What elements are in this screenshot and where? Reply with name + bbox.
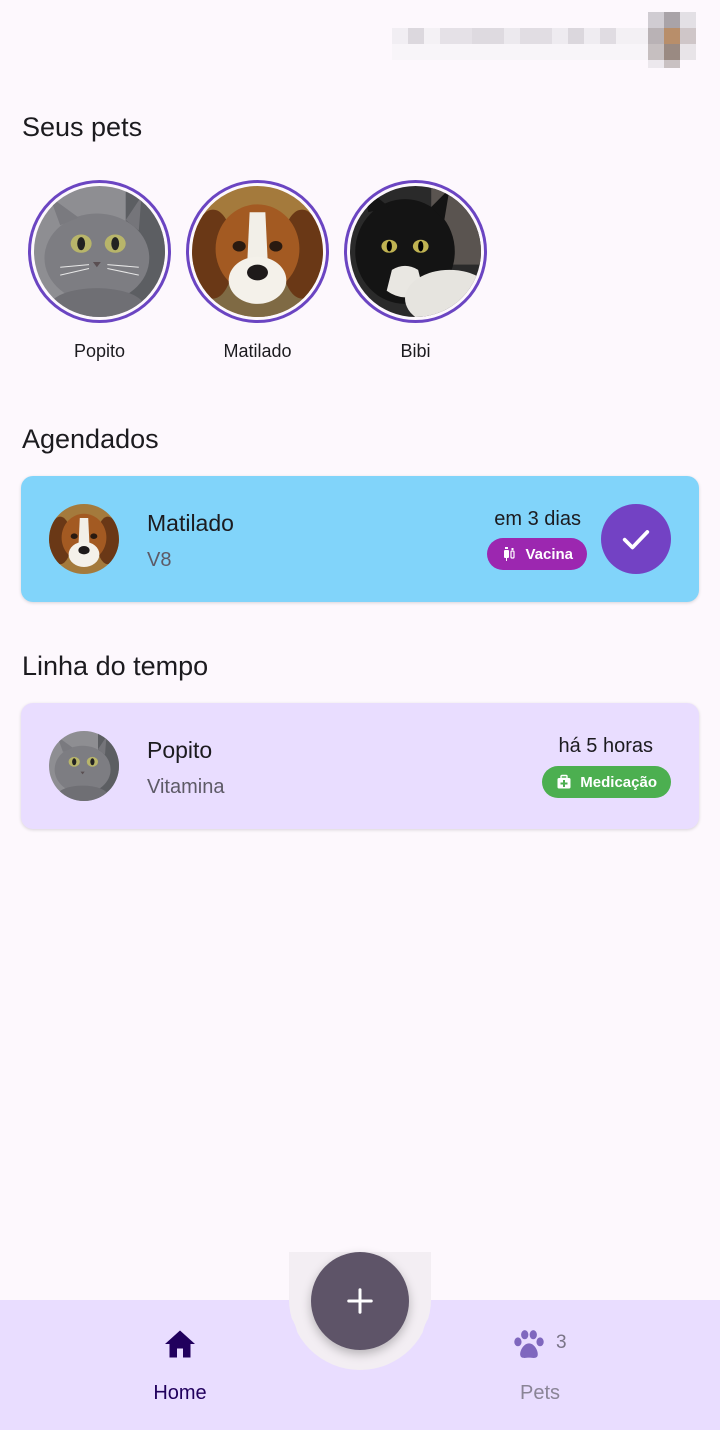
scheduled-section-title: Agendados (22, 424, 159, 454)
pet-name: Bibi (400, 341, 431, 361)
beagle-dog-photo (192, 186, 323, 317)
pet-item-matilado[interactable]: Matilado (186, 180, 329, 362)
pets-count-badge: 3 (556, 1332, 567, 1353)
event-type-chip: Medicação (542, 766, 671, 798)
tuxedo-cat-photo (350, 186, 481, 317)
home-icon (165, 1330, 195, 1358)
medical-bag-icon (557, 774, 571, 789)
gray-cat-avatar (49, 731, 119, 801)
pet-item-bibi[interactable]: Bibi (344, 180, 487, 362)
add-button[interactable] (311, 1252, 409, 1350)
pet-item-popito[interactable]: Popito (28, 180, 171, 362)
timeline-section-title: Linha do tempo (22, 651, 209, 681)
event-pet-name: Matilado (147, 510, 234, 536)
event-time: há 5 horas (558, 735, 653, 757)
nav-pets-label: Pets (519, 1382, 561, 1404)
gray-cat-photo (34, 186, 165, 317)
event-type-label: Vacina (525, 545, 573, 563)
event-time: em 3 dias (494, 508, 581, 530)
beagle-dog-avatar (49, 504, 119, 574)
check-icon (622, 530, 650, 550)
scheduled-event-card[interactable]: Matilado V8 em 3 dias Vacina (21, 476, 699, 602)
nav-pets-tab[interactable]: 3 Pets (450, 1300, 630, 1430)
pets-section-title: Seus pets (22, 112, 143, 142)
pet-name: Popito (73, 341, 126, 361)
nav-home-label: Home (153, 1382, 207, 1404)
mark-done-button[interactable] (601, 504, 671, 574)
paw-icon (514, 1330, 544, 1358)
timeline-event-card[interactable]: Popito Vitamina há 5 horas Medicação (21, 703, 699, 829)
event-pet-name: Popito (147, 737, 213, 763)
user-profile-blurred[interactable] (392, 12, 696, 68)
pets-carousel: Popito Matilado Bibi (28, 180, 487, 362)
event-type-chip: Vacina (487, 538, 587, 570)
event-type-label: Medicação (580, 773, 657, 791)
vaccine-icon (504, 547, 516, 561)
pet-avatar-ring (186, 180, 329, 323)
home-screen: Seus pets Popito Matilado Bibi Agendados… (0, 0, 720, 1430)
event-description: Vitamina (147, 776, 225, 798)
pet-avatar-ring (28, 180, 171, 323)
plus-icon (347, 1288, 373, 1314)
nav-home-tab[interactable]: Home (90, 1300, 270, 1430)
event-description: V8 (147, 549, 172, 571)
pet-avatar-ring (344, 180, 487, 323)
pet-name: Matilado (223, 341, 292, 361)
